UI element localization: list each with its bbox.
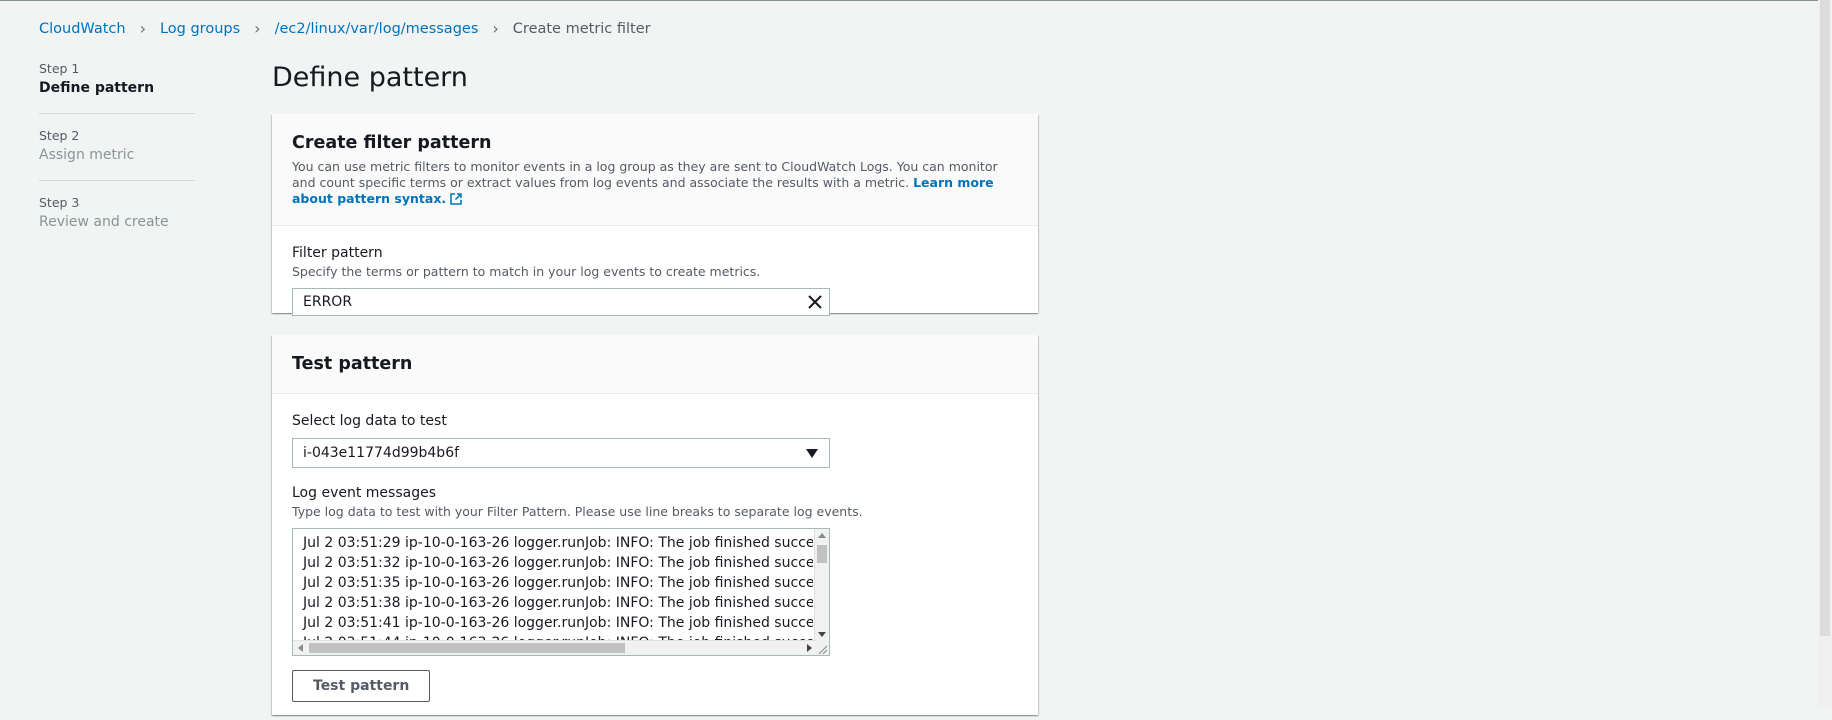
scroll-thumb[interactable] <box>817 545 827 563</box>
step-title: Review and create <box>39 214 169 230</box>
page-scrollbar[interactable] <box>1818 0 1832 708</box>
test-pattern-panel: Test pattern Select log data to test i-0… <box>272 335 1038 715</box>
panel-title: Test pattern <box>292 354 413 374</box>
select-value: i-043e11774d99b4b6f <box>303 445 460 461</box>
breadcrumb-current: Create metric filter <box>512 20 651 37</box>
filter-pattern-field <box>292 288 830 316</box>
breadcrumb: CloudWatch › Log groups › /ec2/linux/var… <box>39 19 651 38</box>
close-icon[interactable] <box>807 294 823 310</box>
page-scroll-thumb[interactable] <box>1820 0 1830 636</box>
panel-title: Create filter pattern <box>292 133 492 153</box>
select-log-data-label: Select log data to test <box>292 413 447 429</box>
scroll-up-icon[interactable] <box>818 533 826 538</box>
page-title: Define pattern <box>272 62 468 93</box>
resize-grip-icon <box>818 645 828 655</box>
step-3: Step 3 Review and create <box>39 180 195 247</box>
test-pattern-button[interactable]: Test pattern <box>292 670 431 702</box>
chevron-right-icon: › <box>139 19 146 38</box>
panel-header: Test pattern <box>272 335 1038 394</box>
log-event-messages-textarea[interactable]: Jul 2 03:51:29 ip-10-0-163-26 logger.run… <box>292 528 830 656</box>
breadcrumb-log-groups[interactable]: Log groups <box>160 21 240 37</box>
top-border <box>0 0 1832 1</box>
step-number: Step 2 <box>39 128 80 143</box>
step-2: Step 2 Assign metric <box>39 113 195 180</box>
panel-description: You can use metric filters to monitor ev… <box>292 159 1012 207</box>
step-title: Define pattern <box>39 80 155 96</box>
scroll-left-icon[interactable] <box>298 644 303 652</box>
caret-down-icon <box>806 449 818 458</box>
log-line: Jul 2 03:51:32 ip-10-0-163-26 logger.run… <box>303 555 813 571</box>
step-title: Assign metric <box>39 147 135 163</box>
wizard-steps: Step 1 Define pattern Step 2 Assign metr… <box>39 59 195 247</box>
log-line: Jul 2 03:51:35 ip-10-0-163-26 logger.run… <box>303 575 813 591</box>
resize-handle[interactable] <box>815 641 829 655</box>
external-link-icon <box>450 193 462 205</box>
log-lines: Jul 2 03:51:29 ip-10-0-163-26 logger.run… <box>293 529 813 653</box>
filter-pattern-input[interactable] <box>293 289 773 315</box>
log-line: Jul 2 03:51:38 ip-10-0-163-26 logger.run… <box>303 595 813 611</box>
breadcrumb-log-group[interactable]: /ec2/linux/var/log/messages <box>275 21 479 37</box>
filter-pattern-label: Filter pattern <box>292 245 383 261</box>
vertical-scrollbar[interactable] <box>814 529 829 641</box>
breadcrumb-cloudwatch[interactable]: CloudWatch <box>39 21 126 37</box>
description-text: You can use metric filters to monitor ev… <box>292 159 998 190</box>
scroll-right-icon[interactable] <box>807 644 812 652</box>
log-event-messages-label: Log event messages <box>292 485 436 501</box>
log-line: Jul 2 03:51:29 ip-10-0-163-26 logger.run… <box>303 535 813 551</box>
filter-pattern-description: Specify the terms or pattern to match in… <box>292 264 761 279</box>
chevron-right-icon: › <box>254 19 261 38</box>
step-number: Step 3 <box>39 195 80 210</box>
log-line: Jul 2 03:51:41 ip-10-0-163-26 logger.run… <box>303 615 813 631</box>
scroll-down-icon[interactable] <box>818 632 826 637</box>
chevron-right-icon: › <box>492 19 499 38</box>
scroll-thumb[interactable] <box>309 643 625 653</box>
horizontal-scrollbar[interactable] <box>293 640 817 655</box>
create-filter-pattern-panel: Create filter pattern You can use metric… <box>272 114 1038 316</box>
step-number: Step 1 <box>39 61 80 76</box>
log-event-messages-description: Type log data to test with your Filter P… <box>292 504 863 519</box>
step-1: Step 1 Define pattern <box>39 59 195 113</box>
log-data-select[interactable]: i-043e11774d99b4b6f <box>292 438 830 468</box>
panel-header: Create filter pattern You can use metric… <box>272 114 1038 226</box>
panel-body: Select log data to test i-043e11774d99b4… <box>272 394 1038 720</box>
panel-body: Filter pattern Specify the terms or patt… <box>272 226 1038 334</box>
